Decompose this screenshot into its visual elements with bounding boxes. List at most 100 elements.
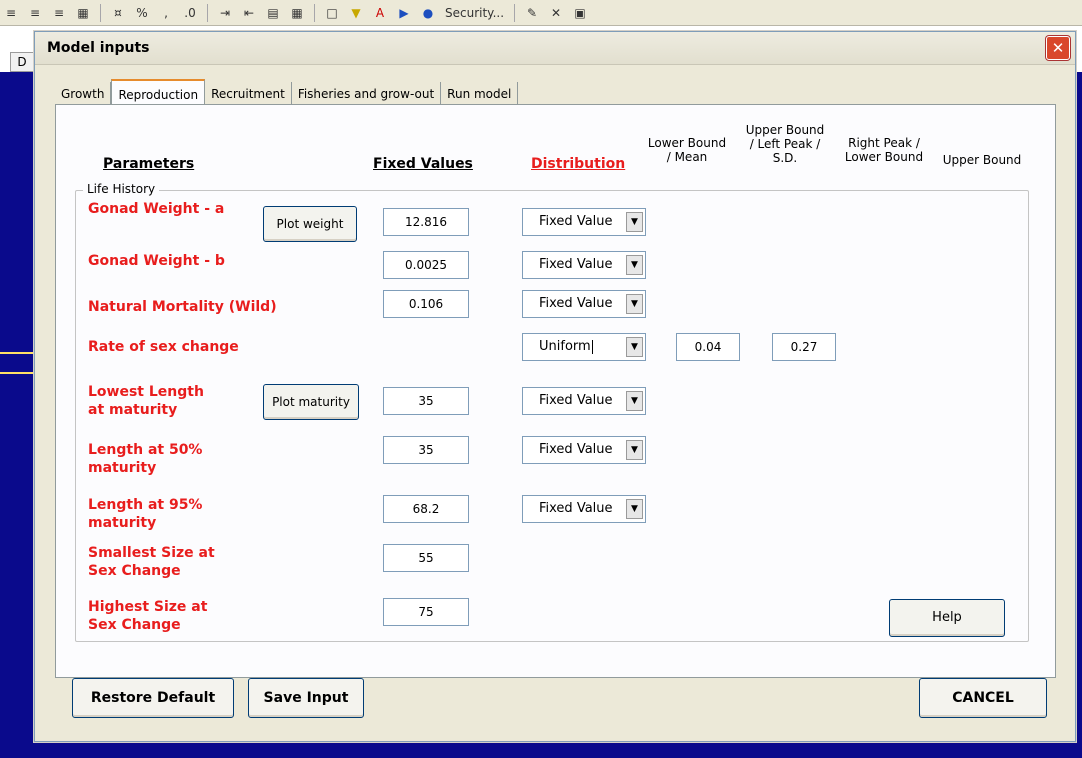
percent-icon[interactable]: % — [135, 6, 149, 20]
plot-maturity-button[interactable]: Plot maturity — [263, 384, 359, 420]
security-icon[interactable]: ● — [421, 6, 435, 20]
selected-value-text: Uniform — [539, 339, 591, 354]
close-doc-icon[interactable]: ✕ — [549, 6, 563, 20]
lowest-length-line2: at maturity — [88, 402, 178, 418]
chevron-down-icon[interactable]: ▼ — [626, 440, 643, 460]
highest-size-label: Highest Size at Sex Change — [88, 598, 207, 634]
text-caret — [591, 339, 593, 354]
chart-icon[interactable]: ▤ — [266, 6, 280, 20]
plot-weight-button[interactable]: Plot weight — [263, 206, 357, 242]
picture-icon[interactable]: ▣ — [573, 6, 587, 20]
upper-bound-left-peak-line3: S.D. — [772, 151, 798, 165]
smallest-size-line1: Smallest Size at — [88, 545, 215, 561]
cancel-button[interactable]: CANCEL — [919, 678, 1047, 718]
right-peak-line2: Lower Bound — [844, 150, 924, 164]
rate-of-sex-change-label: Rate of sex change — [88, 339, 239, 355]
lowest-length-input[interactable]: 35 — [383, 387, 469, 415]
rate-of-sex-change-distribution-select[interactable]: Uniform ▼ — [522, 333, 646, 361]
lower-bound-mean-line2: / Mean — [666, 150, 708, 164]
smallest-size-line2: Sex Change — [88, 563, 181, 579]
right-peak-lower-bound-header: Right Peak / Lower Bound — [835, 136, 933, 164]
right-peak-line1: Right Peak / — [848, 136, 920, 150]
gonad-weight-a-label: Gonad Weight - a — [88, 201, 225, 217]
tab-recruitment[interactable]: Recruitment — [205, 82, 292, 106]
length-95-distribution-select[interactable]: Fixed Value ▼ — [522, 495, 646, 523]
close-button[interactable]: ✕ — [1046, 36, 1070, 60]
help-button[interactable]: Help — [889, 599, 1005, 637]
length-50-line2: maturity — [88, 460, 157, 476]
gonad-weight-b-distribution-select[interactable]: Fixed Value ▼ — [522, 251, 646, 279]
increase-decimal-icon[interactable]: .0 — [183, 6, 197, 20]
natural-mortality-distribution-select[interactable]: Fixed Value ▼ — [522, 290, 646, 318]
align-left-icon[interactable]: ≡ — [4, 6, 18, 20]
length-50-line1: Length at 50% — [88, 442, 203, 458]
selected-value: Fixed Value — [539, 214, 613, 229]
gonad-weight-b-label: Gonad Weight - b — [88, 253, 225, 269]
natural-mortality-input[interactable]: 0.106 — [383, 290, 469, 318]
sex-change-upper-bound-input[interactable]: 0.27 — [772, 333, 836, 361]
distribution-header: Distribution — [531, 156, 626, 172]
gonad-weight-b-input[interactable]: 0.0025 — [383, 251, 469, 279]
table-icon[interactable]: ▦ — [290, 6, 304, 20]
chevron-down-icon[interactable]: ▼ — [626, 255, 643, 275]
chevron-down-icon[interactable]: ▼ — [626, 391, 643, 411]
toolbar-separator — [514, 3, 516, 22]
fill-color-icon[interactable]: ▼ — [349, 6, 363, 20]
model-inputs-dialog: Model inputs ✕ Growth Reproduction Recru… — [34, 31, 1076, 742]
gonad-weight-a-input[interactable]: 12.816 — [383, 208, 469, 236]
save-input-button[interactable]: Save Input — [248, 678, 364, 718]
length-50-input[interactable]: 35 — [383, 436, 469, 464]
chevron-down-icon[interactable]: ▼ — [626, 294, 643, 314]
sex-change-lower-bound-input[interactable]: 0.04 — [676, 333, 740, 361]
borders-icon[interactable]: □ — [325, 6, 339, 20]
tab-run-model[interactable]: Run model — [441, 82, 519, 106]
upper-bound-left-peak-line1: Upper Bound — [745, 123, 825, 137]
gonad-weight-a-distribution-select[interactable]: Fixed Value ▼ — [522, 208, 646, 236]
tab-growth[interactable]: Growth — [55, 82, 112, 106]
length-95-label: Length at 95% maturity — [88, 496, 202, 532]
upper-bound-header: Upper Bound — [942, 153, 1022, 167]
chevron-down-icon[interactable]: ▼ — [626, 337, 643, 357]
lower-bound-mean-line1: Lower Bound — [647, 136, 727, 150]
lowest-length-distribution-select[interactable]: Fixed Value ▼ — [522, 387, 646, 415]
align-right-icon[interactable]: ≡ — [52, 6, 66, 20]
run-icon[interactable]: ▶ — [397, 6, 411, 20]
length-95-line2: maturity — [88, 515, 157, 531]
selected-value: Fixed Value — [539, 501, 613, 516]
column-header-d[interactable]: D — [10, 52, 34, 72]
merge-cells-icon[interactable]: ▦ — [76, 6, 90, 20]
life-history-label: Life History — [83, 182, 160, 196]
close-icon: ✕ — [1051, 39, 1065, 57]
tab-fisheries-and-grow-out[interactable]: Fisheries and grow-out — [292, 82, 442, 106]
indent-icon[interactable]: ⇥ — [218, 6, 232, 20]
chevron-down-icon[interactable]: ▼ — [626, 499, 643, 519]
outdent-icon[interactable]: ⇤ — [242, 6, 256, 20]
length-50-distribution-select[interactable]: Fixed Value ▼ — [522, 436, 646, 464]
worksheet-line — [0, 372, 38, 374]
lowest-length-label: Lowest Length at maturity — [88, 383, 204, 419]
natural-mortality-label: Natural Mortality (Wild) — [88, 299, 277, 315]
worksheet-line — [0, 352, 38, 354]
excel-toolbar: ≡ ≡ ≡ ▦ ¤ % , .0 ⇥ ⇤ ▤ ▦ □ ▼ A ▶ ● Secur… — [0, 0, 1082, 26]
toolbar-separator — [100, 3, 101, 22]
length-50-label: Length at 50% maturity — [88, 441, 202, 477]
smallest-size-input[interactable]: 55 — [383, 544, 469, 572]
upper-bound-left-peak-header: Upper Bound / Left Peak / S.D. — [737, 123, 833, 165]
chevron-down-icon[interactable]: ▼ — [626, 212, 643, 232]
smallest-size-label: Smallest Size at Sex Change — [88, 544, 215, 580]
restore-default-button[interactable]: Restore Default — [72, 678, 234, 718]
highest-size-line1: Highest Size at — [88, 599, 208, 615]
lowest-length-line1: Lowest Length — [88, 384, 204, 400]
selected-value: Fixed Value — [539, 393, 613, 408]
dialog-titlebar[interactable]: Model inputs ✕ — [35, 32, 1075, 65]
align-center-icon[interactable]: ≡ — [28, 6, 42, 20]
tools-icon[interactable]: ✎ — [525, 6, 539, 20]
highest-size-input[interactable]: 75 — [383, 598, 469, 626]
parameters-header: Parameters — [103, 156, 195, 172]
length-95-input[interactable]: 68.2 — [383, 495, 469, 523]
currency-icon[interactable]: ¤ — [111, 6, 125, 20]
toolbar-separator — [314, 3, 315, 22]
security-button[interactable]: Security... — [445, 6, 504, 20]
font-color-icon[interactable]: A — [373, 6, 387, 20]
comma-icon[interactable]: , — [159, 6, 173, 20]
